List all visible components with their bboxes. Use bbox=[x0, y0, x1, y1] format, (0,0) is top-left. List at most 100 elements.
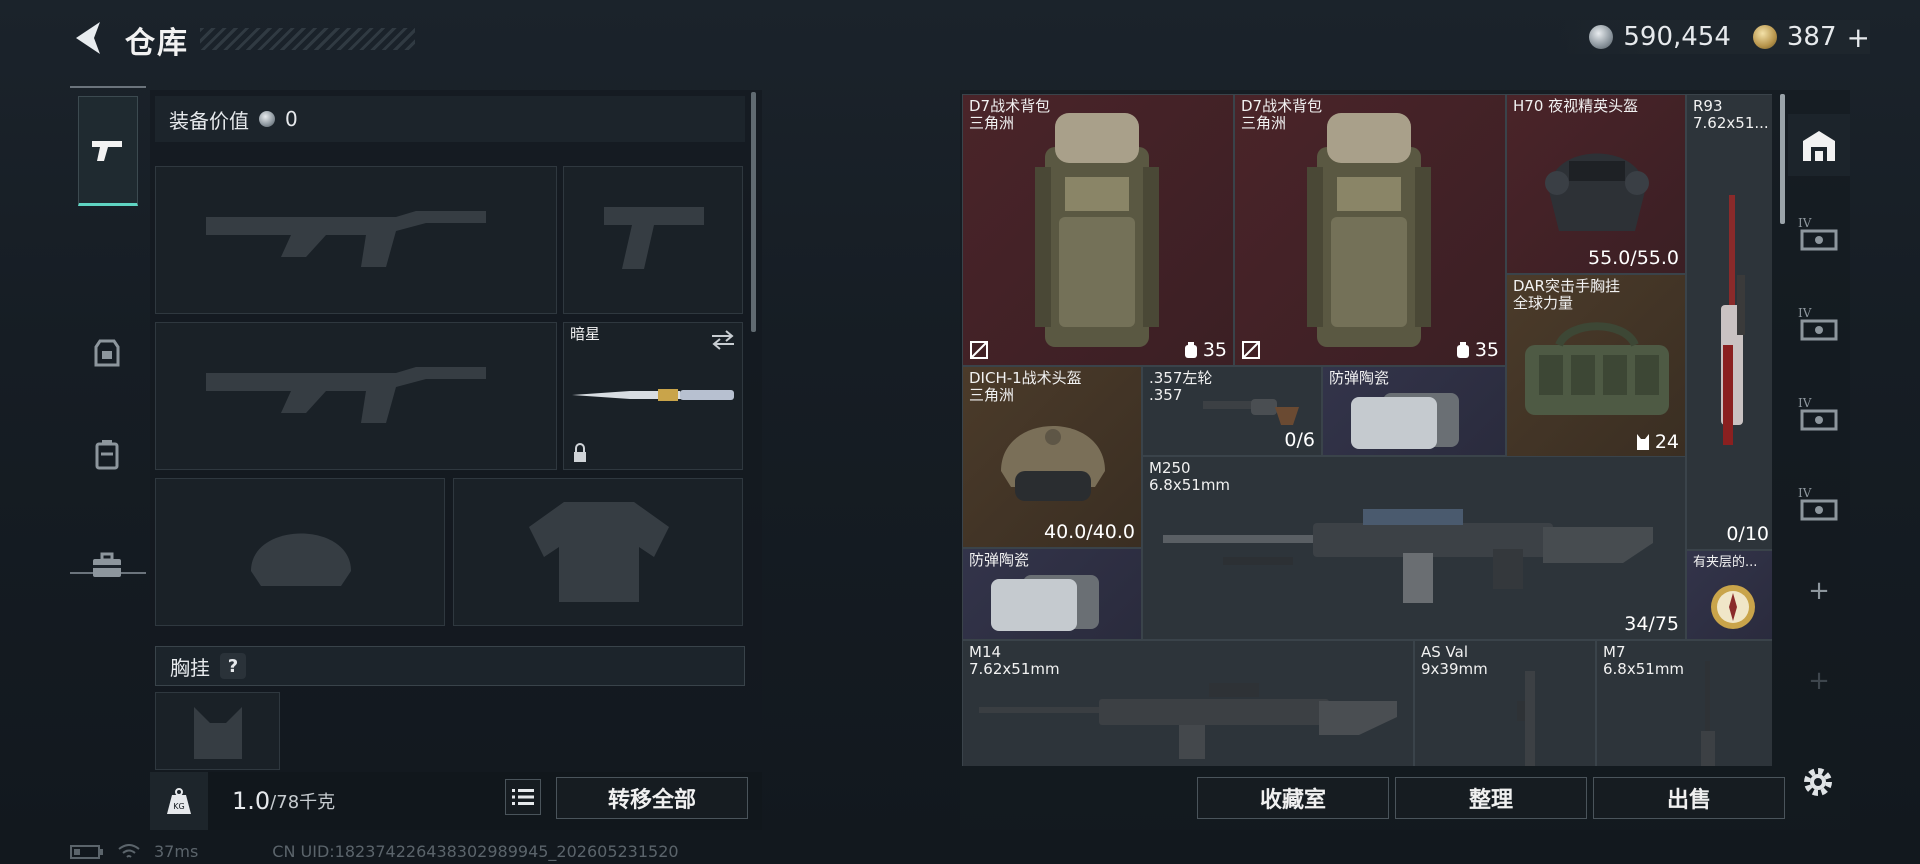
silver-balance: 590,454 bbox=[1623, 22, 1731, 52]
chest-rig-image bbox=[1525, 322, 1669, 415]
sell-button[interactable]: 出售 bbox=[1593, 777, 1785, 819]
item-dar-chest-rig[interactable]: DAR突击手胸挂 全球力量 24 bbox=[1506, 274, 1686, 458]
item-ceramic-plate-1[interactable]: 防弹陶瓷 bbox=[1322, 366, 1506, 456]
chest-rig-header: 胸挂 ? bbox=[155, 646, 745, 686]
warehouse-scrollbar[interactable] bbox=[1780, 94, 1785, 224]
item-name: DICH-1战术头盔 bbox=[969, 369, 1082, 387]
item-name: .357左轮 bbox=[1149, 369, 1213, 387]
settings-gear-icon[interactable] bbox=[1800, 764, 1836, 800]
list-view-button[interactable] bbox=[505, 779, 541, 815]
item-name: DAR突击手胸挂 bbox=[1513, 277, 1620, 295]
compass-image bbox=[1711, 585, 1755, 629]
item-name: AS Val bbox=[1421, 643, 1469, 661]
item-caliber: 6.8x51mm bbox=[1603, 660, 1685, 678]
item-name: M14 bbox=[969, 643, 1002, 661]
durability-value: 55.0/55.0 bbox=[1587, 247, 1679, 269]
chest-rig-slot[interactable] bbox=[155, 692, 280, 770]
storage-main-tab[interactable] bbox=[1788, 114, 1850, 176]
primary-weapon-slot-2[interactable] bbox=[155, 322, 557, 470]
page-title: 仓库 bbox=[125, 26, 189, 61]
currency-bar: 590,454 387 + bbox=[1559, 20, 1870, 54]
add-storage-button[interactable]: + bbox=[1788, 560, 1850, 622]
item-r93[interactable]: R93 7.62x51... 0/10 bbox=[1686, 94, 1772, 550]
tab-weapons[interactable] bbox=[78, 96, 138, 206]
helmet-placeholder-icon bbox=[251, 533, 351, 586]
help-button[interactable]: ? bbox=[220, 653, 246, 679]
weight-icon: KG bbox=[167, 788, 191, 814]
item-name: R93 bbox=[1693, 97, 1723, 115]
collection-room-button[interactable]: 收藏室 bbox=[1197, 777, 1389, 819]
storage-tier-label: IV bbox=[1798, 486, 1812, 500]
capacity-icon bbox=[1456, 342, 1469, 358]
briefcase-icon bbox=[93, 552, 121, 577]
item-h70-helmet[interactable]: H70 夜视精英头盔 55.0/55.0 bbox=[1506, 94, 1686, 274]
tactical-helmet-image bbox=[1001, 426, 1105, 501]
pistol-icon bbox=[92, 141, 122, 161]
melee-name: 暗星 bbox=[570, 325, 601, 343]
sniper-rifle-image bbox=[1721, 195, 1745, 445]
item-compass[interactable]: 有夹层的... bbox=[1686, 550, 1772, 640]
storage-tier-icon: IV bbox=[1798, 486, 1838, 521]
list-icon bbox=[512, 789, 534, 805]
primary-weapon-slot-1[interactable] bbox=[155, 166, 557, 314]
storage-tab-1[interactable]: IV bbox=[1788, 204, 1850, 266]
item-as-val[interactable]: AS Val 9x39mm bbox=[1414, 640, 1596, 766]
item-357-revolver[interactable]: .357左轮 .357 0/6 bbox=[1142, 366, 1322, 456]
chest-rig-label: 胸挂 bbox=[170, 655, 210, 680]
rifle-placeholder-icon bbox=[206, 211, 486, 267]
tab-equipment[interactable] bbox=[78, 324, 136, 382]
ammo-count: 0/10 bbox=[1726, 523, 1769, 545]
storage-tier-label: IV bbox=[1798, 396, 1812, 410]
knife-image bbox=[572, 389, 734, 401]
backpack-icon bbox=[95, 440, 119, 470]
item-m14[interactable]: M14 7.62x51mm bbox=[962, 640, 1414, 766]
rifle-image bbox=[979, 683, 1397, 759]
status-bar: 37ms CN UID:1823742264383029899​45_20260… bbox=[70, 842, 679, 861]
storage-tab-4[interactable]: IV bbox=[1788, 474, 1850, 536]
sidearm-slot[interactable] bbox=[563, 166, 743, 314]
capacity-icon bbox=[1184, 342, 1197, 358]
armor-slot[interactable] bbox=[453, 478, 743, 626]
loadout-scrollbar[interactable] bbox=[751, 92, 756, 332]
ammo-count: 34/75 bbox=[1624, 613, 1679, 635]
tab-case[interactable] bbox=[78, 536, 136, 594]
item-m250[interactable]: M250 6.8x51mm 34/75 bbox=[1142, 456, 1686, 640]
revolver-image bbox=[1203, 399, 1299, 425]
weight-capacity: /78千克 bbox=[270, 792, 336, 813]
tab-backpack[interactable] bbox=[78, 425, 136, 483]
sort-button[interactable]: 整理 bbox=[1395, 777, 1587, 819]
add-currency-button[interactable]: + bbox=[1847, 21, 1870, 54]
gold-balance: 387 bbox=[1786, 22, 1837, 52]
item-dich1-helmet[interactable]: DICH-1战术头盔 三角洲 40.0/40.0 bbox=[962, 366, 1142, 548]
storage-tier-icon: IV bbox=[1798, 396, 1838, 431]
gold-coin-icon bbox=[1752, 25, 1777, 49]
melee-slot[interactable]: 暗星 bbox=[563, 322, 743, 470]
storage-tab-3[interactable]: IV bbox=[1788, 384, 1850, 446]
warehouse-grid: D7战术背包 三角洲 35 D7战术背包 三角洲 35 H70 夜视精英头盔 55.… bbox=[962, 94, 1772, 766]
silver-coin-icon bbox=[1589, 25, 1614, 49]
item-caliber: 9x39mm bbox=[1421, 660, 1488, 678]
rifle-image bbox=[1701, 661, 1715, 766]
rifle-image bbox=[1517, 671, 1535, 766]
item-caliber: 7.62x51mm bbox=[969, 660, 1060, 678]
item-caliber: 7.62x51... bbox=[1693, 114, 1769, 132]
item-backpack-1[interactable]: D7战术背包 三角洲 35 bbox=[962, 94, 1234, 366]
capacity-value: 35 bbox=[1474, 339, 1499, 361]
item-backpack-2[interactable]: D7战术背包 三角洲 35 bbox=[1234, 94, 1506, 366]
equipment-value-label: 装备价值 bbox=[169, 108, 249, 133]
silver-coin-icon bbox=[259, 111, 275, 127]
chest-rig-placeholder-icon bbox=[194, 707, 242, 759]
add-storage-button-disabled: + bbox=[1808, 666, 1830, 696]
item-ceramic-plate-2[interactable]: 防弹陶瓷 bbox=[962, 548, 1142, 640]
storage-tab-2[interactable]: IV bbox=[1788, 294, 1850, 356]
swap-icon[interactable] bbox=[710, 329, 736, 351]
back-arrow-icon[interactable] bbox=[70, 18, 110, 58]
helmet-slot[interactable] bbox=[155, 478, 445, 626]
user-uid: CN UID:1823742264383029899​45_2026052315… bbox=[272, 842, 679, 861]
item-m7[interactable]: M7 6.8x51mm bbox=[1596, 640, 1772, 766]
kg-icon-text: KG bbox=[173, 802, 184, 811]
storage-tier-icon: IV bbox=[1798, 306, 1838, 341]
transfer-all-button[interactable]: 转移全部 bbox=[556, 777, 748, 819]
backpack-image bbox=[1035, 113, 1159, 347]
storage-sidebar: IV IV IV IV + + bbox=[1788, 94, 1850, 766]
